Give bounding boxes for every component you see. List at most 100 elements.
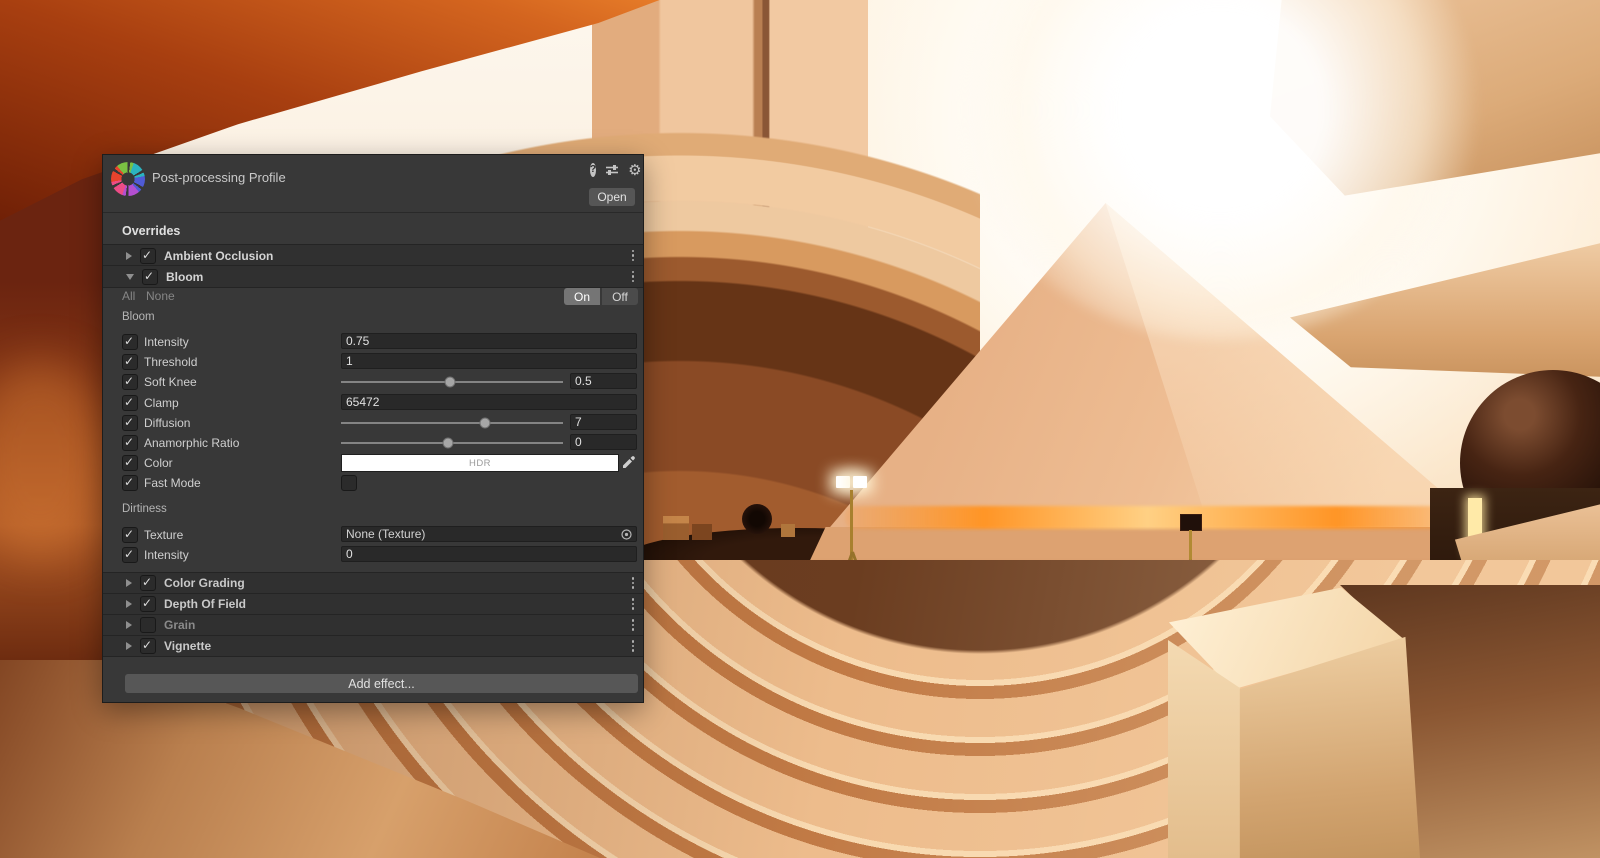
effect-name: Vignette: [164, 639, 211, 653]
effect-row-depth-of-field[interactable]: Depth Of Field: [103, 594, 643, 615]
effect-list-bottom: Color Grading Depth Of Field Grain Vigne…: [103, 572, 643, 657]
param-label: Texture: [144, 528, 183, 542]
soft-knee-value-input[interactable]: 0.5: [570, 373, 637, 389]
effect-row-color-grading[interactable]: Color Grading: [103, 572, 643, 594]
floodlight-pair: [836, 476, 867, 488]
effect-enabled-checkbox[interactable]: [140, 596, 156, 612]
cable-reel: [1180, 514, 1202, 531]
foldout-collapsed-icon[interactable]: [126, 252, 132, 260]
fast-mode-checkbox[interactable]: [341, 475, 357, 491]
param-label: Intensity: [144, 335, 189, 349]
kebab-menu-icon[interactable]: [632, 619, 635, 631]
foldout-collapsed-icon[interactable]: [126, 642, 132, 650]
slider-knob[interactable]: [442, 438, 453, 449]
effect-enabled-checkbox[interactable]: [140, 575, 156, 591]
param-row-clamp: Clamp 65472: [103, 393, 643, 413]
param-row-fast-mode: Fast Mode: [103, 473, 643, 493]
override-checkbox[interactable]: [122, 334, 138, 350]
param-label: Color: [144, 456, 173, 470]
gear-icon[interactable]: ⚙: [628, 163, 641, 177]
post-processing-profile-panel: Post-processing Profile ? ⚙ Open Overrid…: [103, 155, 643, 702]
param-label: Threshold: [144, 355, 197, 369]
header-divider: [103, 212, 643, 213]
texture-object-field[interactable]: None (Texture): [341, 526, 637, 542]
param-row-anamorphic-ratio: Anamorphic Ratio 0: [103, 433, 643, 453]
crate: [781, 524, 795, 537]
dirt-intensity-input[interactable]: 0: [341, 546, 637, 562]
kebab-menu-icon[interactable]: [632, 577, 635, 589]
none-button[interactable]: None: [146, 289, 175, 303]
on-button[interactable]: On: [564, 288, 600, 305]
overrides-heading: Overrides: [122, 224, 180, 238]
all-button[interactable]: All: [122, 289, 135, 303]
effect-enabled-checkbox[interactable]: [142, 269, 158, 285]
hdr-color-swatch[interactable]: HDR: [341, 454, 619, 472]
override-checkbox[interactable]: [122, 374, 138, 390]
fan-prop: [742, 504, 772, 534]
effect-name: Depth Of Field: [164, 597, 246, 611]
add-effect-button[interactable]: Add effect...: [125, 674, 638, 693]
kebab-menu-icon[interactable]: [632, 598, 635, 610]
param-row-texture: Texture None (Texture): [103, 525, 643, 545]
help-icon[interactable]: ?: [590, 163, 596, 177]
foldout-collapsed-icon[interactable]: [126, 579, 132, 587]
effect-name: Color Grading: [164, 576, 245, 590]
effect-name: Ambient Occlusion: [164, 249, 273, 263]
override-checkbox[interactable]: [122, 475, 138, 491]
foldout-collapsed-icon[interactable]: [126, 621, 132, 629]
override-checkbox[interactable]: [122, 547, 138, 563]
panel-title: Post-processing Profile: [152, 170, 286, 185]
param-label: Diffusion: [144, 416, 190, 430]
override-toggle-row: All None On Off: [103, 286, 643, 307]
param-label: Clamp: [144, 396, 179, 410]
effect-enabled-checkbox[interactable]: [140, 617, 156, 633]
crate: [692, 524, 712, 540]
effect-enabled-checkbox[interactable]: [140, 248, 156, 264]
presets-icon[interactable]: [605, 163, 619, 177]
intensity-input[interactable]: 0.75: [341, 333, 637, 349]
screenshot-root: Post-processing Profile ? ⚙ Open Overrid…: [0, 0, 1600, 858]
param-row-intensity: Intensity 0.75: [103, 332, 643, 352]
override-checkbox[interactable]: [122, 415, 138, 431]
off-button[interactable]: Off: [602, 288, 638, 305]
diffusion-value-input[interactable]: 7: [570, 414, 637, 430]
param-row-dirt-intensity: Intensity 0: [103, 545, 643, 565]
param-row-color: Color HDR: [103, 453, 643, 473]
header-icon-row: ? ⚙: [590, 162, 640, 177]
effect-row-grain[interactable]: Grain: [103, 615, 643, 636]
override-checkbox[interactable]: [122, 395, 138, 411]
kebab-menu-icon[interactable]: [632, 271, 635, 283]
open-button[interactable]: Open: [589, 188, 635, 206]
soft-knee-slider[interactable]: [341, 381, 563, 383]
anamorphic-ratio-slider[interactable]: [341, 442, 563, 444]
override-checkbox[interactable]: [122, 527, 138, 543]
param-row-diffusion: Diffusion 7: [103, 413, 643, 433]
slider-knob[interactable]: [480, 418, 491, 429]
param-row-threshold: Threshold 1: [103, 352, 643, 372]
override-checkbox[interactable]: [122, 435, 138, 451]
effect-row-ambient-occlusion[interactable]: Ambient Occlusion: [103, 244, 643, 266]
effect-name: Grain: [164, 618, 195, 632]
effect-row-bloom[interactable]: Bloom: [103, 265, 643, 288]
crate: [663, 516, 689, 540]
texture-object-value: None (Texture): [346, 527, 425, 541]
effect-row-vignette[interactable]: Vignette: [103, 636, 643, 657]
foldout-expanded-icon[interactable]: [126, 274, 134, 280]
clamp-input[interactable]: 65472: [341, 394, 637, 410]
slider-knob[interactable]: [444, 377, 455, 388]
pyramid-base-glow: [845, 506, 1475, 529]
param-row-soft-knee: Soft Knee 0.5: [103, 372, 643, 392]
effect-enabled-checkbox[interactable]: [140, 638, 156, 654]
kebab-menu-icon[interactable]: [632, 250, 635, 262]
threshold-input[interactable]: 1: [341, 353, 637, 369]
group-label-bloom: Bloom: [122, 311, 155, 323]
anamorphic-ratio-value-input[interactable]: 0: [570, 434, 637, 450]
kebab-menu-icon[interactable]: [632, 640, 635, 652]
effect-name: Bloom: [166, 270, 203, 284]
override-checkbox[interactable]: [122, 354, 138, 370]
eyedropper-icon[interactable]: [622, 455, 636, 469]
foldout-collapsed-icon[interactable]: [126, 600, 132, 608]
object-picker-icon[interactable]: [620, 528, 633, 541]
override-checkbox[interactable]: [122, 455, 138, 471]
diffusion-slider[interactable]: [341, 422, 563, 424]
